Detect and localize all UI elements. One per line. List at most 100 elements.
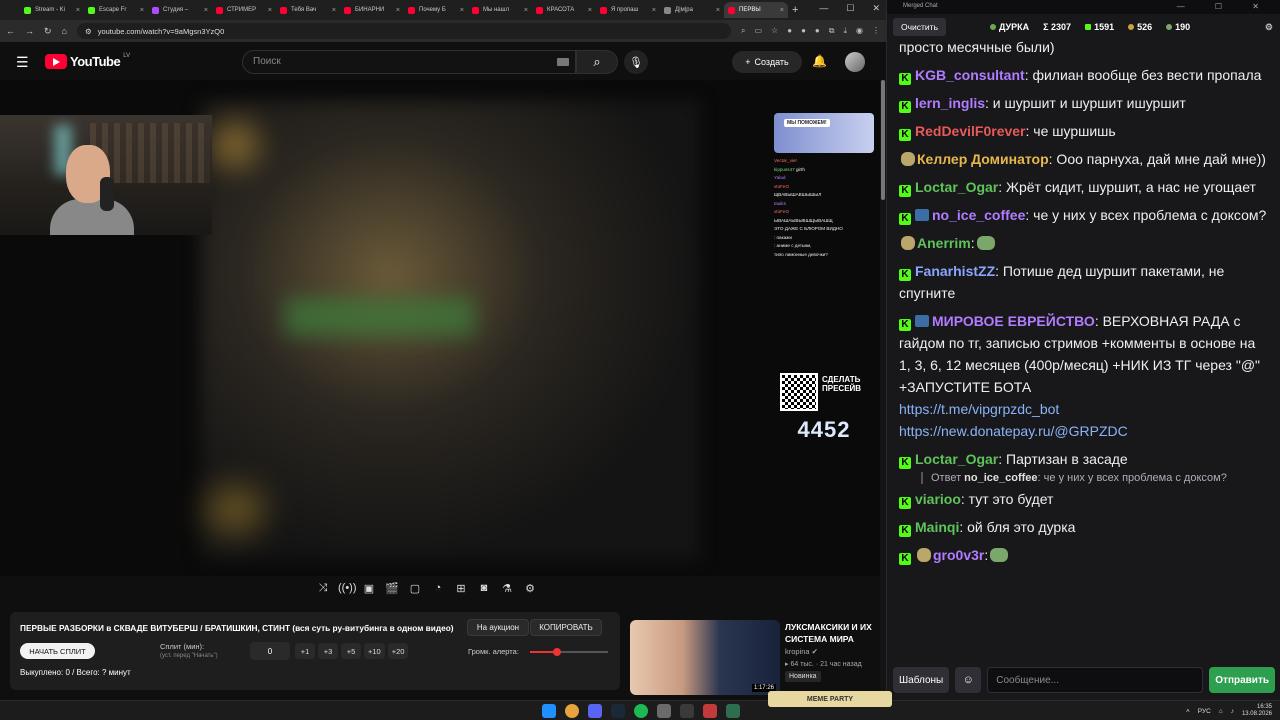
app-icon[interactable] <box>726 704 740 718</box>
radio-icon[interactable]: ((•)) <box>338 582 357 595</box>
split-step-button[interactable]: +3 <box>318 643 338 659</box>
chat-feed[interactable]: просто месячные были) K KGB_consultant: фи… <box>887 36 1280 658</box>
hamburger-menu-icon[interactable]: ☰ <box>16 54 29 71</box>
star-icon[interactable]: ☆ <box>771 26 778 36</box>
start-split-button[interactable]: НАЧАТЬ СПЛИТ <box>20 643 95 659</box>
puzzle-icon[interactable]: ⧉ <box>829 26 835 36</box>
copy-button[interactable]: КОПИРОВАТЬ <box>530 619 602 636</box>
back-icon[interactable]: ← <box>6 26 15 36</box>
tab-close-icon[interactable]: × <box>332 7 336 14</box>
browser-tab[interactable]: Escape Fr × <box>84 2 148 18</box>
tts-icon[interactable]: ▣ <box>361 582 377 595</box>
search-button[interactable]: ⌕ <box>576 50 618 74</box>
camera-icon[interactable]: ◙ <box>476 582 492 595</box>
templates-button[interactable]: Шаблоны <box>893 667 950 693</box>
reload-icon[interactable]: ↻ <box>44 26 52 37</box>
avatar[interactable] <box>845 52 865 72</box>
settings-gear-icon[interactable]: ⚙ <box>1265 22 1273 33</box>
chat-username[interactable]: Келлер Доминатор <box>917 151 1049 167</box>
chat-username[interactable]: KGB_consultant <box>915 67 1025 83</box>
tray-arrow-icon[interactable]: ˄ <box>1186 708 1190 715</box>
language-indicator[interactable]: РУС <box>1198 708 1211 715</box>
extension-icon[interactable]: ● <box>815 26 820 36</box>
obs-icon[interactable] <box>703 704 717 718</box>
chat-link[interactable]: https://new.donatepay.ru/@GRPZDC <box>899 423 1128 439</box>
chat-username[interactable]: viarioo <box>915 491 961 507</box>
meme-party-widget[interactable]: МЕМЕ PARTY <box>768 691 892 707</box>
browser-tab[interactable]: СТРИМЕР × <box>212 2 276 18</box>
tab-close-icon[interactable]: × <box>204 7 208 14</box>
notifications-bell-icon[interactable]: 🔔 <box>812 54 827 68</box>
tab-close-icon[interactable]: × <box>588 7 592 14</box>
maximize-icon[interactable]: ☐ <box>846 3 854 14</box>
voice-search-button[interactable]: 🎙 <box>624 50 648 74</box>
tab-close-icon[interactable]: × <box>76 7 80 14</box>
scrollbar-thumb[interactable] <box>881 80 885 200</box>
cast-icon[interactable]: ▭ <box>754 26 762 36</box>
chat-username[interactable]: gro0v3r <box>933 547 984 563</box>
tab-close-icon[interactable]: × <box>396 7 400 14</box>
recommended-channel[interactable]: kropina ✔ <box>785 647 818 656</box>
app-icon[interactable] <box>680 704 694 718</box>
url-field[interactable]: ⚙ youtube.com/watch?v=9aMgsn3YzQ0 <box>76 23 731 39</box>
download-icon[interactable]: ⤓ <box>843 26 847 36</box>
site-info-icon[interactable]: ⚙ <box>85 27 92 36</box>
network-icon[interactable]: ⌂ <box>1219 708 1223 715</box>
browser-tab[interactable]: ПЕРВЫ × <box>724 2 788 18</box>
create-button[interactable]: + Создать <box>732 51 802 73</box>
search-icon[interactable]: ⌕ <box>741 26 745 36</box>
chat-username[interactable]: Anerrim <box>917 235 971 251</box>
gauge-icon[interactable]: ◔ <box>430 582 446 595</box>
profile-icon[interactable]: ◉ <box>856 26 863 36</box>
clear-button[interactable]: Очистить <box>893 18 947 36</box>
tab-close-icon[interactable]: × <box>460 7 464 14</box>
volume-icon[interactable]: ♪ <box>1231 708 1234 715</box>
auction-button[interactable]: На аукцион <box>467 619 529 636</box>
shuffle-icon[interactable]: ⤨ <box>315 582 331 595</box>
tab-close-icon[interactable]: × <box>716 7 720 14</box>
search-input[interactable]: Поиск <box>242 50 576 74</box>
send-button[interactable]: Отправить <box>1209 667 1275 693</box>
start-icon[interactable] <box>542 704 556 718</box>
add-icon[interactable]: ⊞ <box>453 582 469 595</box>
emoji-button[interactable]: ☺ <box>955 667 982 693</box>
app-icon[interactable] <box>657 704 671 718</box>
close-icon[interactable]: ✕ <box>872 3 880 14</box>
clock[interactable]: 16:35 13.08.2026 <box>1242 704 1272 718</box>
chat-username[interactable]: lern_inglis <box>915 95 985 111</box>
chat-username[interactable]: Mainqi <box>915 519 959 535</box>
youtube-logo[interactable]: YouTube LV <box>45 53 130 69</box>
tab-close-icon[interactable]: × <box>140 7 144 14</box>
keyboard-icon[interactable] <box>557 58 569 66</box>
chat-username[interactable]: Loctar_Ogar <box>915 179 998 195</box>
tab-close-icon[interactable]: × <box>780 7 784 14</box>
alert-volume-slider[interactable] <box>530 648 608 656</box>
message-input[interactable] <box>987 667 1204 693</box>
recommended-thumbnail[interactable]: 1:17:26 <box>630 620 780 695</box>
minimize-icon[interactable]: — <box>819 3 828 14</box>
home-icon[interactable]: ⌂ <box>62 26 67 36</box>
split-step-button[interactable]: +5 <box>341 643 361 659</box>
chat-username[interactable]: no_ice_coffee <box>932 207 1025 223</box>
reply-username[interactable]: no_ice_coffee <box>964 472 1037 484</box>
browser-tab[interactable]: КРАСОТА × <box>532 2 596 18</box>
new-tab-icon[interactable]: + <box>792 4 798 16</box>
split-step-button[interactable]: +1 <box>295 643 315 659</box>
forward-icon[interactable]: → <box>25 26 34 36</box>
browser-tab[interactable]: БИНАРНИ × <box>340 2 404 18</box>
browser-tab[interactable]: Почему Б × <box>404 2 468 18</box>
chat-link[interactable]: https://t.me/vipgrpzdc_bot <box>899 401 1059 417</box>
split-step-button[interactable]: +10 <box>364 643 385 659</box>
browser-tab[interactable]: Студия – × <box>148 2 212 18</box>
clapper-icon[interactable]: 🎬 <box>384 582 400 595</box>
spotify-icon[interactable] <box>634 704 648 718</box>
gear-icon[interactable]: ⚙ <box>522 582 538 595</box>
chat-username[interactable]: МИРОВОЕ ЕВРЕЙСТВО <box>932 313 1095 329</box>
browser-tab[interactable]: Я пропаш × <box>596 2 660 18</box>
steam-icon[interactable] <box>611 704 625 718</box>
chat-username[interactable]: FanarhistZZ <box>915 263 995 279</box>
volume-knob[interactable] <box>553 648 562 656</box>
tab-close-icon[interactable]: × <box>524 7 528 14</box>
video-player[interactable] <box>0 80 880 576</box>
browser-tab[interactable]: Stream - Ki × <box>20 2 84 18</box>
